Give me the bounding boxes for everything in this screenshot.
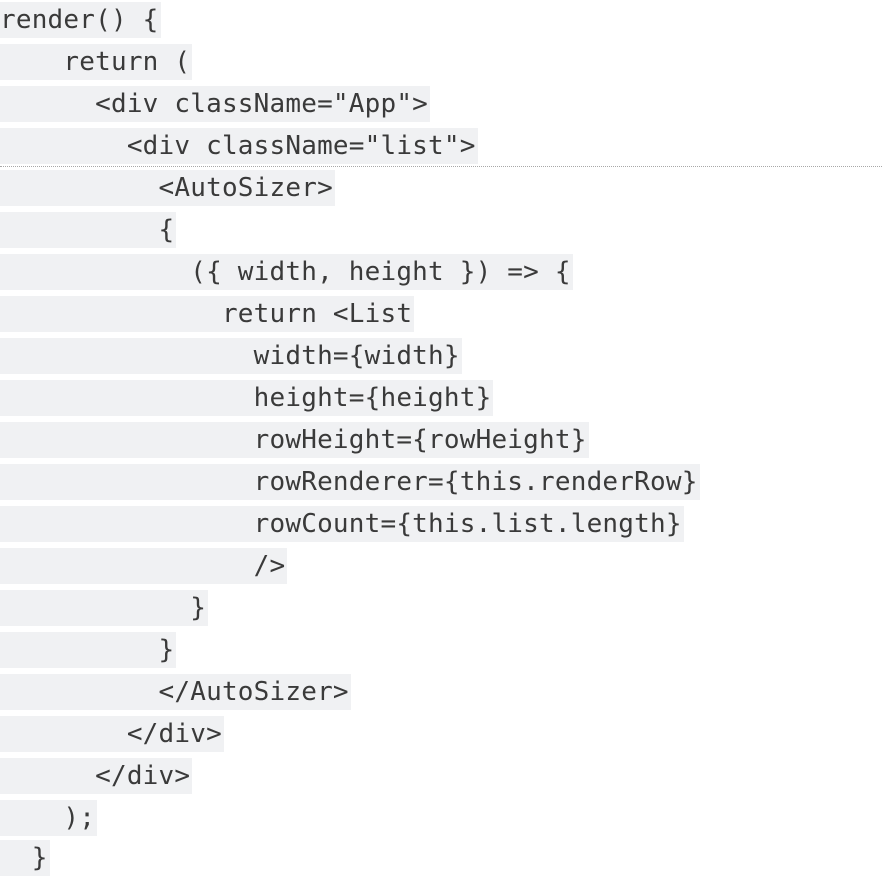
code-line: </div>	[0, 716, 224, 752]
code-line: }	[0, 590, 209, 626]
code-line: <div className="list">	[0, 128, 478, 164]
divider	[0, 166, 882, 167]
code-line: ({ width, height }) => {	[0, 254, 573, 290]
code-line: />	[0, 548, 288, 584]
code-line: return <List	[0, 296, 415, 332]
code-line: );	[0, 800, 98, 836]
code-line: render() {	[0, 2, 161, 38]
code-line: return (	[0, 44, 193, 80]
code-line: }	[0, 632, 177, 668]
code-line: <AutoSizer>	[0, 170, 335, 206]
code-line: <div className="App">	[0, 86, 431, 122]
code-line: height={height}	[0, 380, 494, 416]
code-line: rowCount={this.list.length}	[0, 506, 684, 542]
code-line: }	[0, 840, 50, 876]
code-line: width={width}	[0, 338, 462, 374]
code-line: </AutoSizer>	[0, 674, 351, 710]
code-line: {	[0, 212, 177, 248]
code-line: rowRenderer={this.renderRow}	[0, 464, 700, 500]
code-line: </div>	[0, 758, 193, 794]
code-snippet: render() { return ( <div className="App"…	[0, 0, 882, 876]
code-line: rowHeight={rowHeight}	[0, 422, 589, 458]
